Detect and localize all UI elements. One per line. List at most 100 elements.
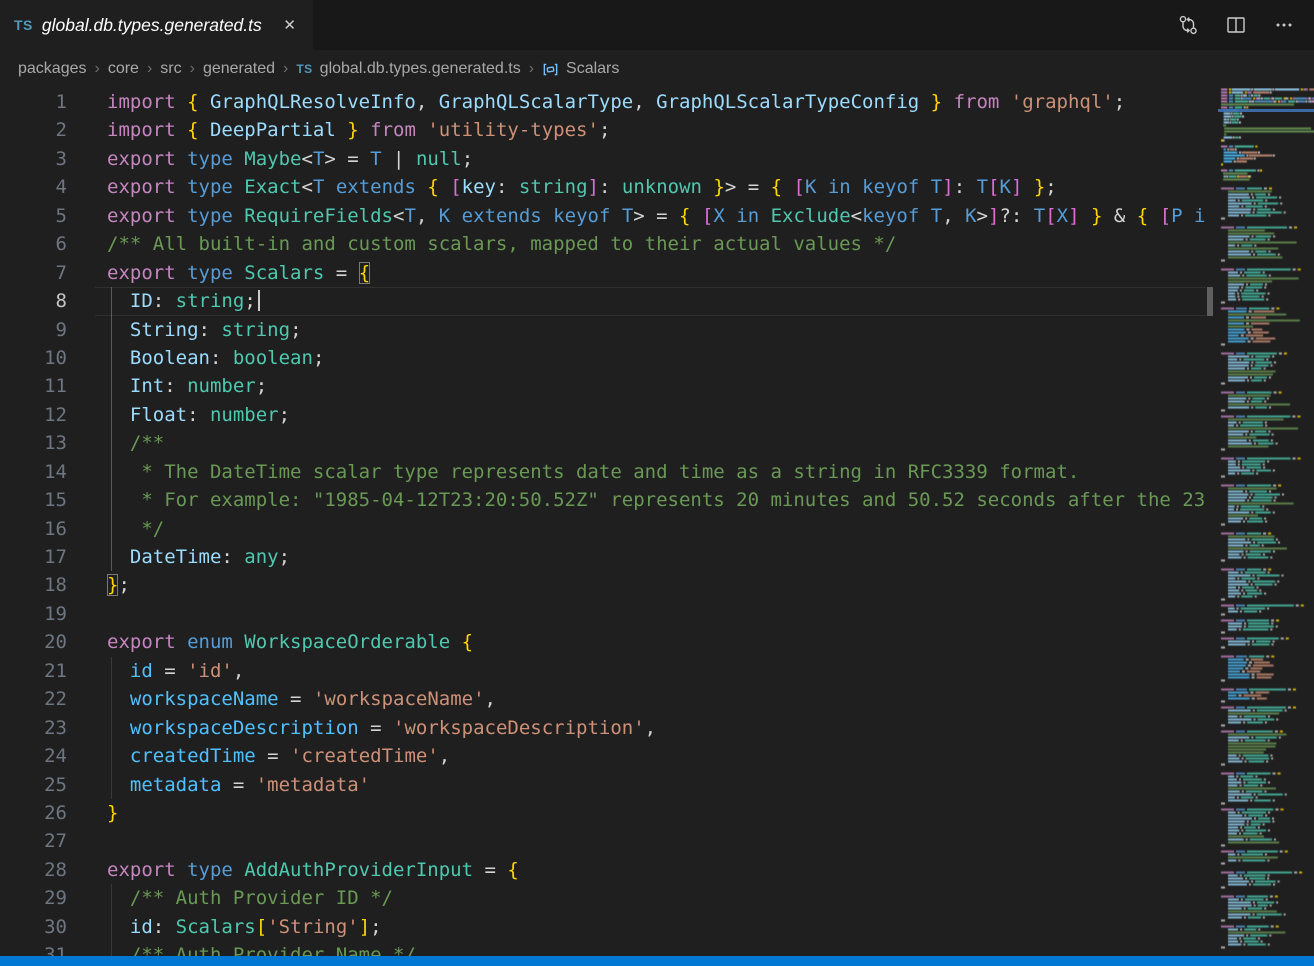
code-line[interactable]: 10 Boolean: boolean; — [0, 344, 1206, 372]
code-line[interactable]: 1import { GraphQLResolveInfo, GraphQLSca… — [0, 88, 1206, 116]
code-line[interactable]: 23 workspaceDescription = 'workspaceDesc… — [0, 714, 1206, 742]
breadcrumb-label: global.db.types.generated.ts — [320, 60, 521, 78]
minimap-canvas — [1218, 88, 1314, 956]
more-actions-icon[interactable] — [1272, 13, 1296, 37]
breadcrumb-item-global-db-types-generated-ts[interactable]: TSglobal.db.types.generated.ts — [296, 60, 520, 78]
line-number[interactable]: 6 — [0, 230, 107, 258]
code-text: workspaceDescription = 'workspaceDescrip… — [107, 714, 656, 742]
breadcrumb-item-scalars[interactable]: Scalars — [542, 60, 619, 78]
split-editor-icon[interactable] — [1224, 13, 1248, 37]
code-text: } — [107, 799, 118, 827]
code-text: Boolean: boolean; — [107, 344, 324, 372]
tab-global-db-types-generated[interactable]: TS global.db.types.generated.ts ✕ — [0, 0, 313, 50]
breadcrumb-item-src[interactable]: src — [160, 60, 181, 78]
breadcrumb-item-generated[interactable]: generated — [203, 60, 275, 78]
code-line[interactable]: 21 id = 'id', — [0, 657, 1206, 685]
breadcrumb-item-packages[interactable]: packages — [18, 60, 87, 78]
line-number[interactable]: 28 — [0, 856, 107, 884]
code-text: Float: number; — [107, 401, 290, 429]
code-text: /** — [107, 429, 164, 457]
line-number[interactable]: 14 — [0, 458, 107, 486]
breadcrumb-label: generated — [203, 60, 275, 78]
minimap[interactable] — [1218, 88, 1314, 956]
line-number[interactable]: 8 — [0, 287, 107, 315]
code-line[interactable]: 15 * For example: "1985-04-12T23:20:50.5… — [0, 486, 1206, 514]
code-line[interactable]: 17 DateTime: any; — [0, 543, 1206, 571]
overview-ruler[interactable] — [1206, 88, 1218, 956]
code-line[interactable]: 6/** All built-in and custom scalars, ma… — [0, 230, 1206, 258]
close-tab-icon[interactable]: ✕ — [280, 15, 299, 36]
code-line[interactable]: 3export type Maybe<T> = T | null; — [0, 145, 1206, 173]
code-line[interactable]: 31 /** Auth Provider Name */ — [0, 941, 1206, 956]
code-line[interactable]: 12 Float: number; — [0, 401, 1206, 429]
line-number[interactable]: 12 — [0, 401, 107, 429]
code-line[interactable]: 18}; — [0, 571, 1206, 599]
line-number[interactable]: 10 — [0, 344, 107, 372]
line-number[interactable]: 1 — [0, 88, 107, 116]
code-text: String: string; — [107, 316, 302, 344]
line-number[interactable]: 11 — [0, 372, 107, 400]
code-text: export type Maybe<T> = T | null; — [107, 145, 473, 173]
line-number[interactable]: 9 — [0, 316, 107, 344]
tab-title: global.db.types.generated.ts — [42, 15, 262, 36]
code-line[interactable]: 26} — [0, 799, 1206, 827]
line-number[interactable]: 22 — [0, 685, 107, 713]
code-line[interactable]: 28export type AddAuthProviderInput = { — [0, 856, 1206, 884]
code-line[interactable]: 7export type Scalars = { — [0, 259, 1206, 287]
line-number[interactable]: 17 — [0, 543, 107, 571]
breadcrumb-separator-icon: › — [529, 60, 534, 78]
line-number[interactable]: 2 — [0, 116, 107, 144]
line-number[interactable]: 4 — [0, 173, 107, 201]
code-line[interactable]: 11 Int: number; — [0, 372, 1206, 400]
code-line[interactable]: 8 ID: string; — [0, 287, 1206, 315]
breadcrumb-label: Scalars — [566, 60, 619, 78]
code-line[interactable]: 27 — [0, 827, 1206, 855]
line-number[interactable]: 13 — [0, 429, 107, 457]
symbol-type-icon — [542, 61, 559, 78]
code-editor[interactable]: 1import { GraphQLResolveInfo, GraphQLSca… — [0, 88, 1314, 956]
line-number[interactable]: 18 — [0, 571, 107, 599]
status-bar[interactable] — [0, 956, 1314, 966]
code-text: * The DateTime scalar type represents da… — [107, 458, 1079, 486]
line-number[interactable]: 5 — [0, 202, 107, 230]
code-line[interactable]: 22 workspaceName = 'workspaceName', — [0, 685, 1206, 713]
line-number[interactable]: 31 — [0, 941, 107, 956]
code-line[interactable]: 9 String: string; — [0, 316, 1206, 344]
code-line[interactable]: 20export enum WorkspaceOrderable { — [0, 628, 1206, 656]
line-number[interactable]: 29 — [0, 884, 107, 912]
code-line[interactable]: 14 * The DateTime scalar type represents… — [0, 458, 1206, 486]
code-line[interactable]: 25 metadata = 'metadata' — [0, 771, 1206, 799]
line-number[interactable]: 7 — [0, 259, 107, 287]
open-changes-icon[interactable] — [1176, 13, 1200, 37]
code-lines: 1import { GraphQLResolveInfo, GraphQLSca… — [0, 88, 1206, 956]
code-text: createdTime = 'createdTime', — [107, 742, 450, 770]
code-line[interactable]: 29 /** Auth Provider ID */ — [0, 884, 1206, 912]
code-text: import { DeepPartial } from 'utility-typ… — [107, 116, 610, 144]
line-number[interactable]: 25 — [0, 771, 107, 799]
line-number[interactable]: 16 — [0, 515, 107, 543]
line-number[interactable]: 27 — [0, 827, 107, 855]
line-number[interactable]: 26 — [0, 799, 107, 827]
code-line[interactable]: 5export type RequireFields<T, K extends … — [0, 202, 1206, 230]
code-line[interactable]: 19 — [0, 600, 1206, 628]
line-number[interactable]: 23 — [0, 714, 107, 742]
code-text: import { GraphQLResolveInfo, GraphQLScal… — [107, 88, 1125, 116]
line-number[interactable]: 30 — [0, 913, 107, 941]
code-text: /** Auth Provider Name */ — [107, 941, 416, 956]
code-line[interactable]: 24 createdTime = 'createdTime', — [0, 742, 1206, 770]
line-number[interactable]: 3 — [0, 145, 107, 173]
code-line[interactable]: 30 id: Scalars['String']; — [0, 913, 1206, 941]
code-text: DateTime: any; — [107, 543, 290, 571]
line-number[interactable]: 15 — [0, 486, 107, 514]
code-line[interactable]: 13 /** — [0, 429, 1206, 457]
code-line[interactable]: 2import { DeepPartial } from 'utility-ty… — [0, 116, 1206, 144]
code-text: id = 'id', — [107, 657, 244, 685]
code-line[interactable]: 4export type Exact<T extends { [key: str… — [0, 173, 1206, 201]
minimap-current-line-marker — [1218, 109, 1314, 112]
breadcrumb-item-core[interactable]: core — [108, 60, 139, 78]
line-number[interactable]: 20 — [0, 628, 107, 656]
line-number[interactable]: 21 — [0, 657, 107, 685]
code-line[interactable]: 16 */ — [0, 515, 1206, 543]
line-number[interactable]: 19 — [0, 600, 107, 628]
line-number[interactable]: 24 — [0, 742, 107, 770]
